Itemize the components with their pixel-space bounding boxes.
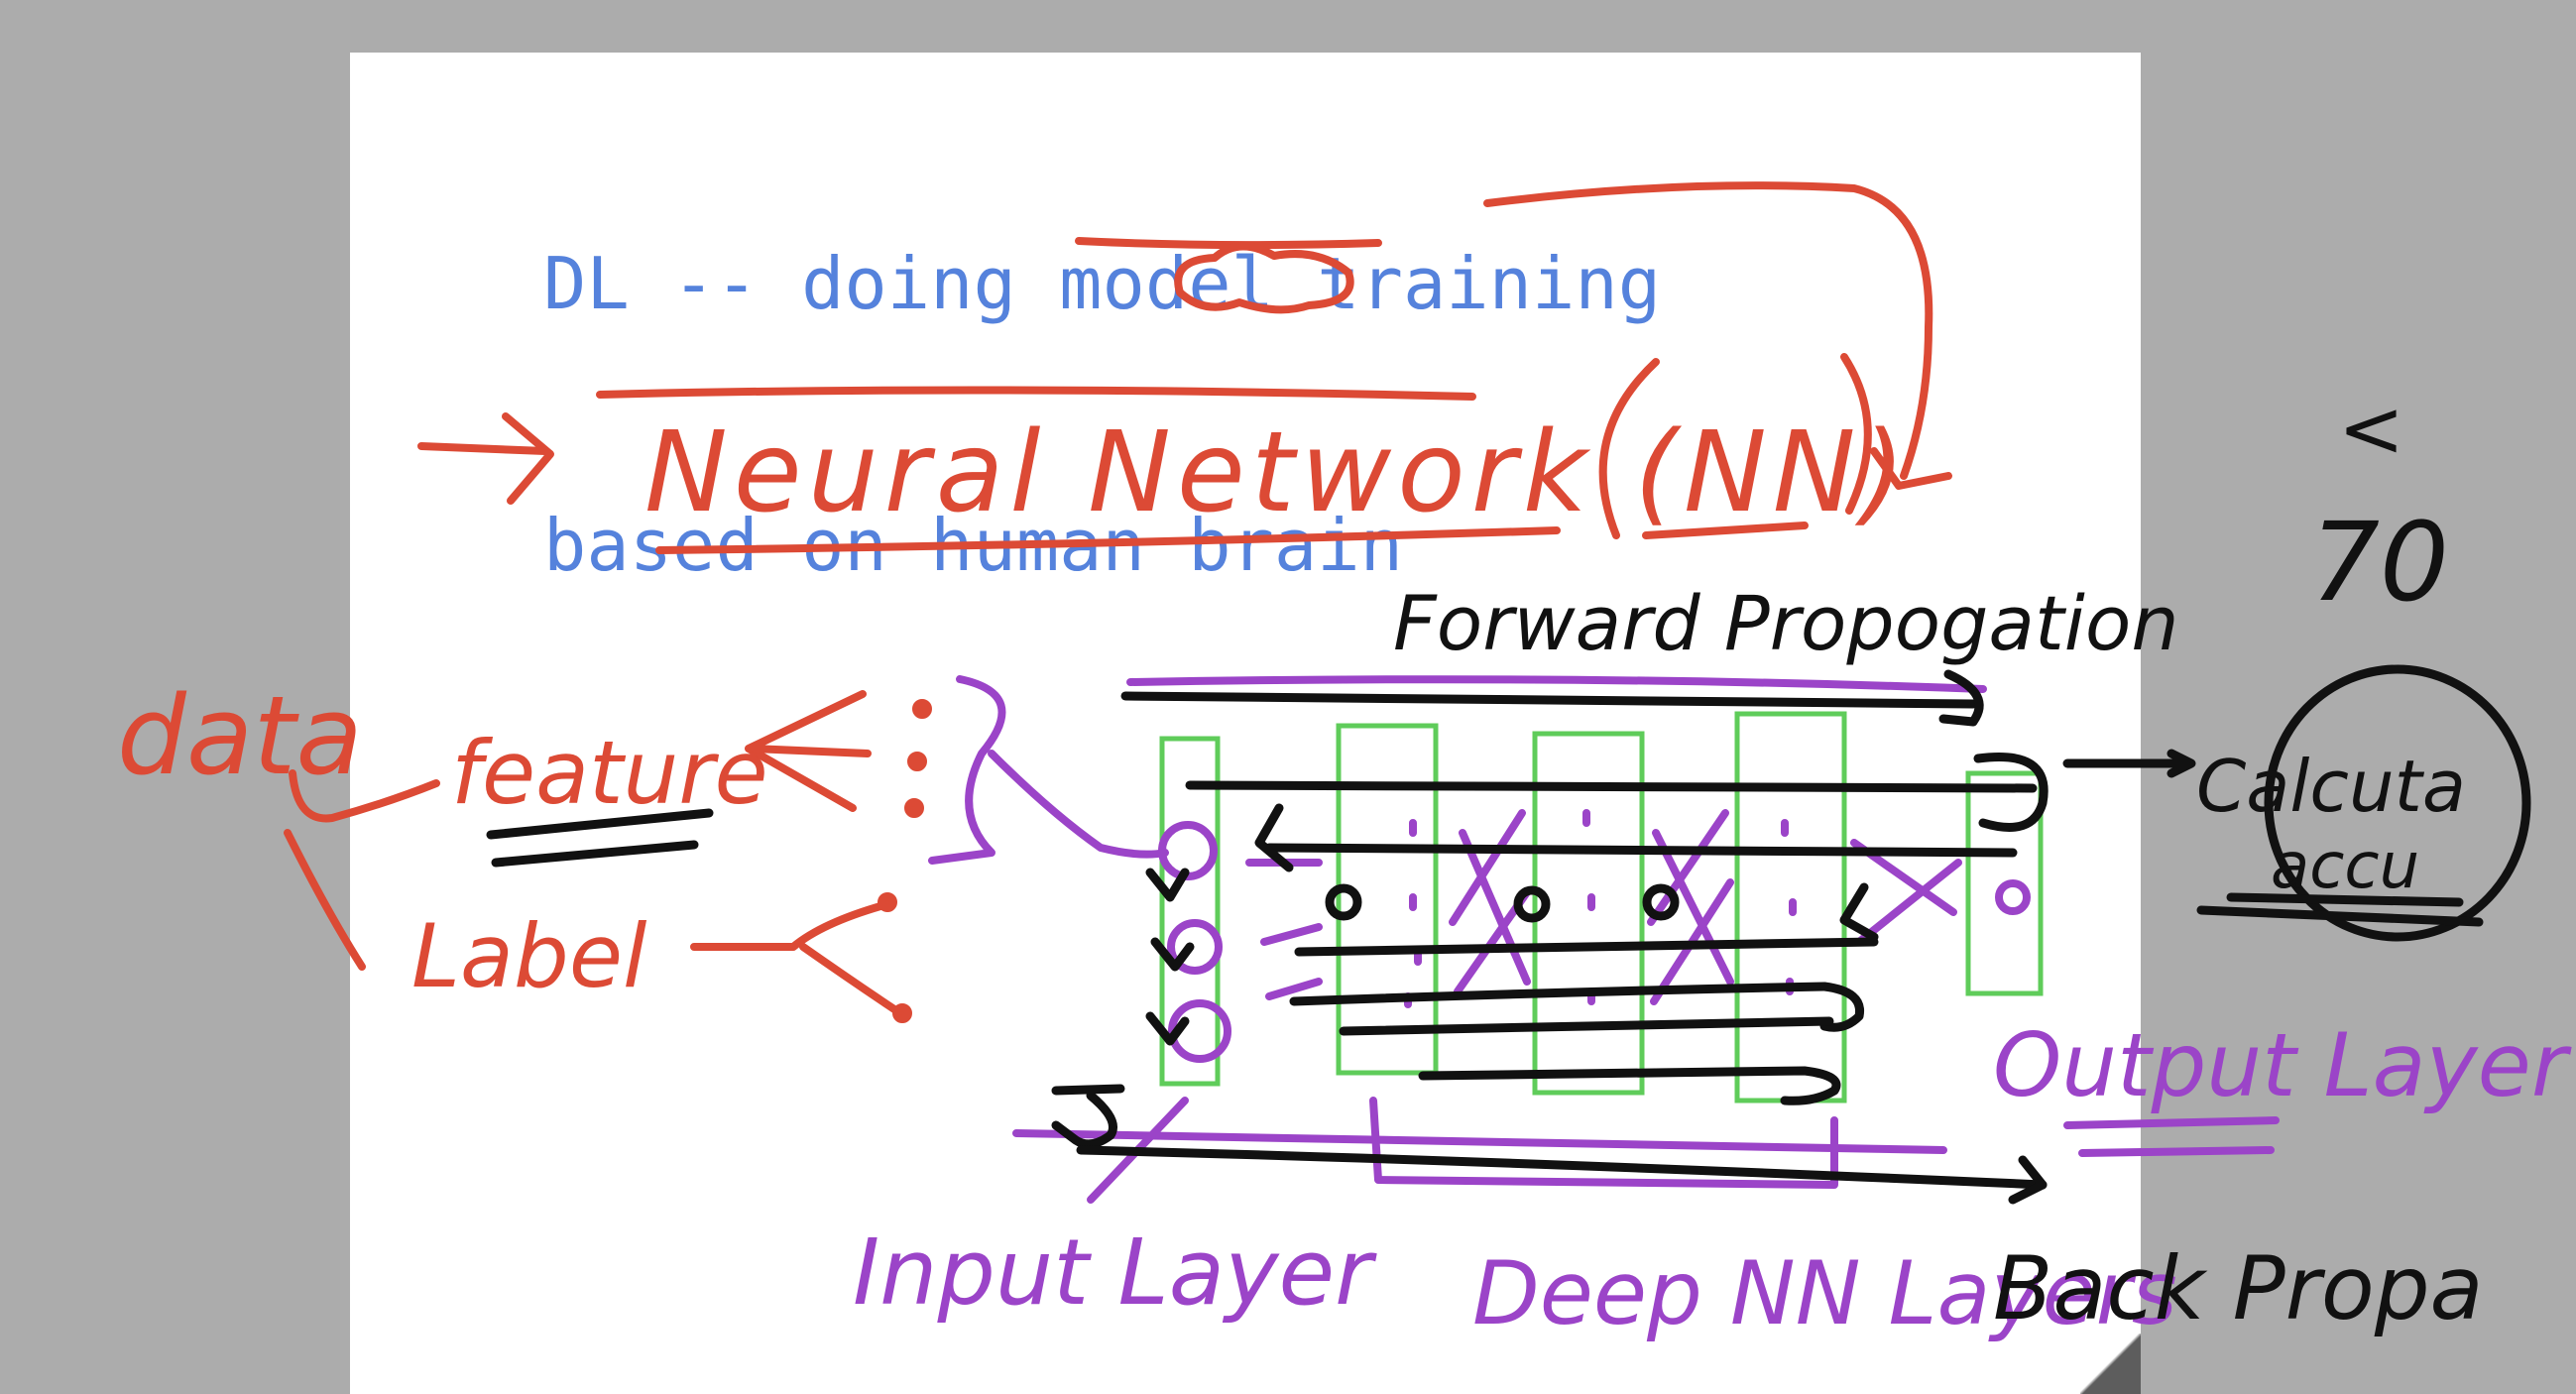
forward-purple-line — [1126, 675, 1987, 693]
hidden-cross-3 — [1850, 839, 1962, 946]
ink-layer: Neural Network (NN) data feature Label I… — [117, 181, 2572, 1344]
forward-line-2 — [1185, 780, 2038, 793]
feature-arrow-shaft — [750, 745, 872, 757]
forward-line-4 — [1294, 937, 1879, 957]
back-propagation-text: Back Propa — [1993, 1237, 2483, 1339]
label-arrow-2 — [799, 943, 901, 1015]
hidden-nodes-b — [1582, 809, 1595, 1005]
forward-line-3 — [1264, 843, 2018, 858]
data-text: data — [117, 672, 363, 799]
label-dot-1 — [878, 892, 897, 912]
node-black-2 — [1513, 885, 1551, 923]
forward-line-4-head — [1839, 882, 1879, 942]
purple-ink-group — [928, 675, 2280, 1204]
feature-dot-3 — [904, 798, 924, 818]
output-underline — [2063, 1116, 2280, 1157]
data-label-connector — [284, 829, 366, 971]
label-dot-2 — [892, 1003, 912, 1023]
forward-line-6 — [1339, 1016, 1834, 1036]
calc-text-line-1: Calcuta — [2196, 745, 2466, 828]
nn-left-arrow-head — [502, 412, 554, 505]
input-node-1 — [1158, 821, 1218, 880]
calc-text-line-2: accu — [2271, 830, 2419, 903]
feature-dot-1 — [912, 699, 932, 719]
bracket-to-input — [988, 750, 1169, 859]
node-black-1 — [1325, 883, 1362, 921]
output-node — [1995, 879, 2031, 915]
forward-line-5 — [1289, 982, 1829, 1006]
forward-line-1 — [1120, 691, 1978, 709]
input-to-hidden-edges — [1245, 859, 1323, 1000]
label-arrow — [690, 900, 891, 951]
hidden-cross-2 — [1647, 809, 1734, 1005]
calc-arrow — [2062, 749, 2196, 778]
nn-left-arrow — [417, 442, 549, 455]
lt-symbol-text: < — [2338, 383, 2404, 475]
nn-top-line — [596, 386, 1476, 401]
input-layer-text: Input Layer — [853, 1220, 1377, 1326]
down-arrows-left — [1145, 868, 1195, 1046]
brain-underline — [1075, 237, 1382, 250]
back-line-1 — [1418, 1066, 1841, 1105]
seventy-text: 70 — [2310, 499, 2449, 626]
output-layer-text: Output Layer — [1993, 1014, 2572, 1116]
forward-line-1-head — [1938, 669, 1984, 727]
brain-doodle — [1174, 242, 1354, 314]
feature-text: feature — [451, 722, 768, 824]
forward-propagation-text: Forward Propogation — [1393, 579, 2179, 667]
feature-bracket — [928, 675, 1006, 865]
back-line-4 — [1051, 1084, 1125, 1096]
feature-dot-2 — [907, 752, 927, 771]
label-text: Label — [411, 905, 647, 1007]
neural-network-text: Neural Network (NN) — [644, 408, 1911, 537]
